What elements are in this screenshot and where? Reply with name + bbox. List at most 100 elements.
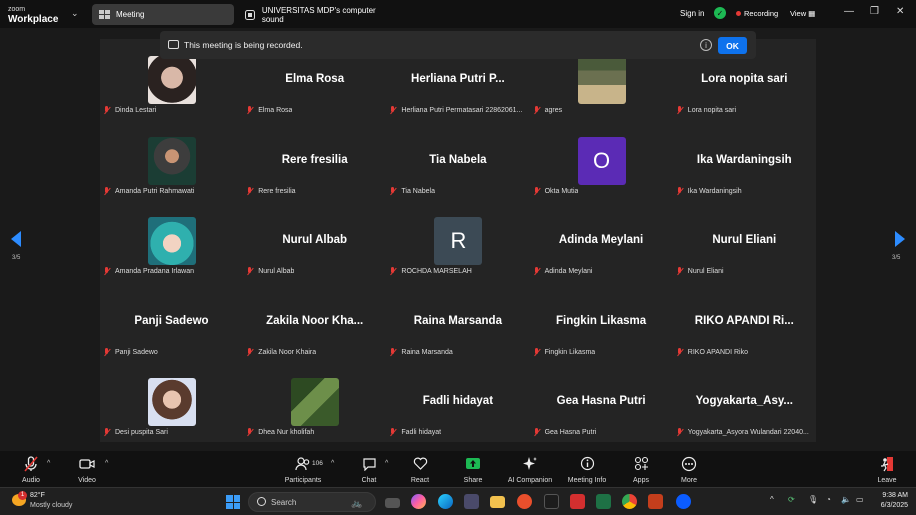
participant-tile[interactable]: Nurul Eliani Nurul Eliani bbox=[673, 200, 816, 280]
excel-icon[interactable] bbox=[596, 494, 611, 509]
participant-caption: Panji Sadewo bbox=[103, 347, 158, 357]
brand-line2: Workplace bbox=[8, 14, 59, 25]
participant-tile[interactable]: Zakila Noor Kha... Zakila Noor Khaira bbox=[243, 281, 386, 361]
leave-button[interactable]: Leave bbox=[874, 455, 900, 484]
shield-check-icon[interactable]: ✓ bbox=[714, 7, 726, 19]
sync-icon[interactable]: ⟳ bbox=[788, 495, 795, 504]
pdf-reader-icon[interactable] bbox=[570, 494, 585, 509]
participant-tile[interactable]: Nurul Albab Nurul Albab bbox=[243, 200, 386, 280]
share-button[interactable]: Share bbox=[459, 455, 487, 484]
view-button[interactable]: View ▦ bbox=[790, 9, 815, 18]
capcut-icon[interactable] bbox=[544, 494, 559, 509]
participant-tile[interactable]: Adinda Meylani Adinda Meylani bbox=[530, 200, 673, 280]
next-page-icon[interactable] bbox=[895, 231, 905, 247]
participant-tile[interactable]: Ika Wardaningsih Ika Wardaningsih bbox=[673, 120, 816, 200]
chevron-down-icon[interactable]: ⌄ bbox=[71, 8, 79, 19]
more-button[interactable]: More bbox=[677, 455, 701, 484]
participant-display-name: Lora nopita sari bbox=[701, 73, 788, 85]
apps-label: Apps bbox=[633, 477, 649, 484]
participant-tile[interactable]: Fadli hidayat Fadli hidayat bbox=[386, 361, 529, 441]
mic-muted-icon bbox=[676, 347, 684, 357]
tab-computer-sound[interactable]: UNIVERSITAS MDP's computer sound bbox=[238, 4, 398, 25]
chat-options-chevron-icon[interactable]: ^ bbox=[385, 460, 388, 467]
participant-caption: Elma Rosa bbox=[246, 106, 292, 115]
copilot-icon[interactable] bbox=[411, 494, 426, 509]
participant-tile[interactable]: Panji Sadewo Panji Sadewo bbox=[100, 281, 243, 361]
participant-caption: Raina Marsanda bbox=[389, 347, 453, 357]
meeting-info-button[interactable]: Meeting Info bbox=[564, 455, 610, 484]
audio-button[interactable]: Audio bbox=[18, 455, 44, 484]
participant-caption: Dhea Nur kholifah bbox=[246, 428, 314, 437]
tray-overflow-chevron-icon[interactable]: ^ bbox=[770, 495, 774, 504]
ai-companion-button[interactable]: AI Companion bbox=[505, 455, 555, 484]
participant-display-name: Fingkin Likasma bbox=[556, 314, 647, 327]
participant-tile[interactable]: RIKO APANDI Ri... RIKO APANDI Riko bbox=[673, 281, 816, 361]
participant-caption: Amanda Putri Rahmawati bbox=[103, 186, 194, 196]
close-icon[interactable]: ✕ bbox=[896, 6, 904, 17]
participants-options-chevron-icon[interactable]: ^ bbox=[331, 460, 334, 467]
info-icon[interactable]: i bbox=[700, 39, 712, 51]
chat-button[interactable]: Chat bbox=[357, 455, 381, 484]
audio-options-chevron-icon[interactable]: ^ bbox=[47, 460, 50, 467]
tab-meeting[interactable]: Meeting bbox=[92, 4, 234, 25]
file-explorer-icon[interactable] bbox=[490, 496, 505, 508]
participant-tile[interactable]: Raina Marsanda Raina Marsanda bbox=[386, 281, 529, 361]
participant-tile[interactable]: Desi puspita Sari bbox=[100, 361, 243, 441]
participant-name-label: Dinda Lestari bbox=[115, 107, 157, 114]
minimize-icon[interactable]: — bbox=[844, 6, 854, 17]
participant-tile[interactable]: Dhea Nur kholifah bbox=[243, 361, 386, 441]
participant-avatar-initial: R bbox=[434, 217, 483, 266]
chat-label: Chat bbox=[361, 477, 377, 484]
edge-browser-icon[interactable] bbox=[438, 494, 453, 509]
media-app-icon[interactable] bbox=[464, 494, 479, 509]
participant-tile[interactable]: Gea Hasna Putri Gea Hasna Putri bbox=[530, 361, 673, 441]
microphone-tray-icon[interactable]: 🎙 bbox=[808, 495, 818, 504]
zoom-taskbar-icon[interactable] bbox=[676, 494, 691, 509]
wifi-icon[interactable]: ◔ bbox=[826, 495, 831, 504]
mic-muted-icon bbox=[533, 106, 541, 115]
search-highlight-bicycle-icon: 🚲 bbox=[351, 498, 363, 508]
participant-tile[interactable]: Tia Nabela Tia Nabela bbox=[386, 120, 529, 200]
brand-line1: zoom bbox=[8, 6, 26, 13]
tab-meeting-label: Meeting bbox=[116, 10, 145, 19]
ok-button[interactable]: OK bbox=[718, 37, 747, 54]
task-view-icon[interactable] bbox=[385, 498, 400, 508]
participant-tile[interactable]: Amanda Putri Rahmawati bbox=[100, 120, 243, 200]
participant-display-name: Elma Rosa bbox=[285, 73, 345, 85]
participant-name-label: Fingkin Likasma bbox=[544, 348, 596, 356]
chrome-icon[interactable] bbox=[622, 494, 637, 509]
participant-count: 106 bbox=[312, 460, 323, 467]
participant-name-label: Rere fresilia bbox=[258, 187, 296, 195]
video-options-chevron-icon[interactable]: ^ bbox=[105, 460, 108, 467]
mic-muted-icon bbox=[389, 186, 397, 196]
participant-caption: Gea Hasna Putri bbox=[533, 428, 596, 437]
apps-button[interactable]: Apps bbox=[628, 455, 654, 484]
participant-tile[interactable]: Yogyakarta_Asy... Yogyakarta_Asyora Wulan… bbox=[673, 361, 816, 441]
participant-tile[interactable]: R ROCHDA MARSELAH bbox=[386, 200, 529, 280]
zoom-logo[interactable]: zoom Workplace bbox=[8, 5, 59, 25]
clock-time: 9:38 AM bbox=[882, 492, 908, 499]
video-button[interactable]: Video bbox=[74, 455, 100, 484]
volume-icon[interactable]: 🔈 bbox=[841, 495, 851, 504]
participant-tile[interactable]: Fingkin Likasma Fingkin Likasma bbox=[530, 281, 673, 361]
participant-tile[interactable]: Amanda Pradana Irlawan bbox=[100, 200, 243, 280]
restore-icon[interactable]: ❐ bbox=[870, 6, 879, 17]
participant-name-label: ROCHDA MARSELAH bbox=[401, 268, 472, 276]
participant-display-name: Ika Wardaningsih bbox=[696, 153, 792, 166]
windows-start-icon[interactable] bbox=[226, 495, 240, 509]
system-clock[interactable]: 9:38 AM 6/3/2025 bbox=[868, 491, 908, 511]
powerpoint-icon[interactable] bbox=[648, 494, 663, 509]
participant-tile[interactable]: O Okta Mutia bbox=[530, 120, 673, 200]
battery-icon[interactable]: ▭ bbox=[856, 495, 864, 504]
participant-display-name: Nurul Albab bbox=[282, 234, 348, 247]
signin-link[interactable]: Sign in bbox=[680, 9, 704, 18]
wps-office-icon[interactable] bbox=[517, 494, 532, 509]
participant-tile[interactable]: Rere fresilia Rere fresilia bbox=[243, 120, 386, 200]
react-button[interactable]: React bbox=[407, 455, 433, 484]
recording-indicator[interactable]: Recording bbox=[736, 9, 778, 18]
previous-page-icon[interactable] bbox=[11, 231, 21, 247]
participant-caption: Tia Nabela bbox=[389, 186, 435, 196]
taskbar-search[interactable]: Search 🚲 bbox=[248, 492, 376, 512]
participant-display-name: Yogyakarta_Asy... bbox=[695, 395, 793, 408]
mic-muted-icon bbox=[246, 186, 254, 196]
